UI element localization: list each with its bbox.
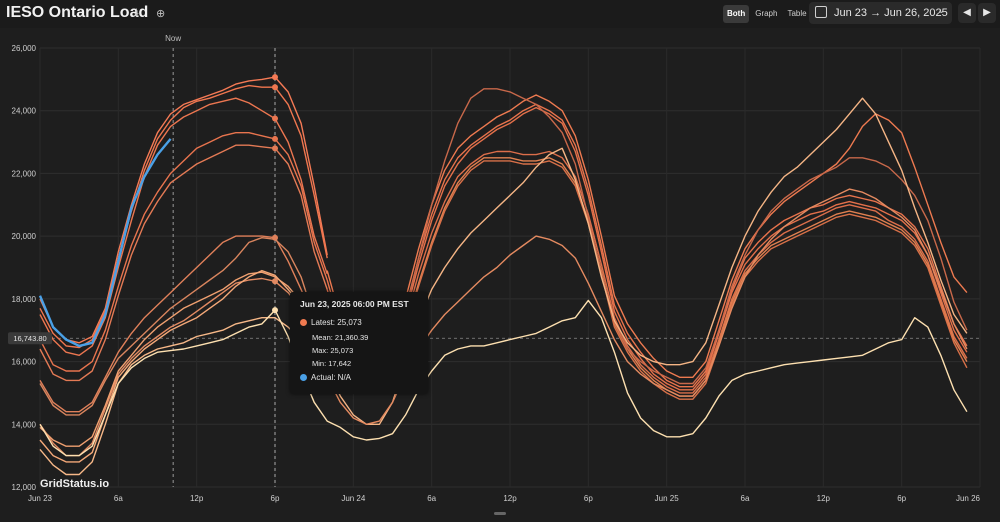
series-line — [38, 138, 172, 348]
x-tick-label: 6p — [584, 494, 593, 503]
brand-watermark: GridStatus.io — [40, 478, 110, 490]
tooltip-actual-row: Actual: N/A — [300, 373, 351, 382]
prev-range-button[interactable]: ◀ — [958, 3, 976, 23]
download-icon[interactable]: ⤓ — [134, 7, 139, 20]
scroll-handle[interactable] — [494, 512, 506, 515]
x-tick-label: 6a — [114, 494, 123, 503]
hover-point — [272, 145, 278, 152]
y-tick-label: 26,000 — [12, 44, 37, 53]
hover-point — [272, 278, 278, 285]
hover-point — [272, 307, 278, 314]
y-tick-label: 22,000 — [12, 169, 37, 178]
tooltip-mean: Mean: 21,360.39 — [312, 333, 369, 342]
date-range-picker[interactable]: Jun 23 → Jun 26, 2025 ⌄ — [809, 2, 952, 24]
series-line — [39, 132, 328, 372]
y-tick-label: 16,000 — [12, 358, 37, 367]
next-range-button[interactable]: ▶ — [978, 3, 996, 23]
view-toggle: Both Graph Table — [723, 5, 811, 23]
y-tick-label: 14,000 — [12, 420, 37, 429]
y-tick-label: 24,000 — [12, 107, 37, 116]
x-tick-label: Jun 24 — [341, 494, 366, 503]
x-tick-label: 12p — [190, 494, 204, 503]
x-tick-label: 6a — [741, 494, 750, 503]
x-tick-label: Jun 23 — [28, 494, 53, 503]
y-tick-label: 20,000 — [12, 232, 37, 241]
tooltip-latest: Latest: 25,073 — [311, 318, 362, 327]
tooltip-actual: Actual: N/A — [311, 373, 352, 382]
tooltip-max: Max: 25,073 — [312, 346, 354, 355]
hover-point — [272, 84, 278, 91]
x-tick-label: 6p — [897, 494, 906, 503]
hover-point — [272, 135, 278, 142]
tooltip-latest-row: Latest: 25,073 — [300, 318, 362, 327]
hover-tooltip: Jun 23, 2025 06:00 PM EST Latest: 25,073… — [290, 292, 428, 394]
crosshair-value: 16,743.80 — [13, 334, 46, 343]
caret-right-icon: ▶ — [983, 7, 991, 18]
x-tick-label: 6a — [427, 494, 436, 503]
x-tick-label: Jun 26 — [956, 494, 981, 503]
load-chart: 12,000 14,000 16,000 18,000 20,000 22,000 24,0… — [8, 34, 981, 503]
view-both-button[interactable]: Both — [723, 5, 750, 23]
tooltip-title: Jun 23, 2025 06:00 PM EST — [300, 299, 409, 309]
x-tick-label: 6p — [271, 494, 280, 503]
hover-point — [272, 234, 278, 241]
crosshair-icon[interactable]: ⊕ — [156, 7, 165, 20]
series-line — [39, 237, 328, 416]
series-line — [39, 277, 328, 457]
x-tick-label: Jun 25 — [655, 494, 680, 503]
hover-point — [272, 74, 278, 81]
y-tick-label: 18,000 — [12, 295, 37, 304]
calendar-icon — [815, 6, 827, 18]
view-table-button[interactable]: Table — [783, 5, 810, 23]
actual-dot-icon — [300, 374, 307, 381]
chart-area[interactable]: 12,000 14,000 16,000 18,000 20,000 22,000 24,0… — [0, 28, 1000, 517]
latest-dot-icon — [300, 319, 307, 326]
date-range-text: Jun 23 → Jun 26, 2025 — [834, 7, 948, 19]
chevron-down-icon: ⌄ — [937, 5, 946, 16]
series-line — [39, 97, 328, 356]
header-bar: IESO Ontario Load ⤓ ⊕ Both Graph Table J… — [0, 0, 1000, 28]
x-tick-label: 12p — [503, 494, 517, 503]
now-label: Now — [165, 34, 181, 43]
page-title: IESO Ontario Load — [6, 4, 149, 21]
y-tick-label: 12,000 — [12, 483, 37, 492]
caret-left-icon: ◀ — [963, 7, 971, 18]
tooltip-min: Min: 17,642 — [312, 359, 352, 368]
hover-point — [272, 115, 278, 122]
view-graph-button[interactable]: Graph — [751, 5, 781, 23]
x-tick-label: 12p — [817, 494, 831, 503]
